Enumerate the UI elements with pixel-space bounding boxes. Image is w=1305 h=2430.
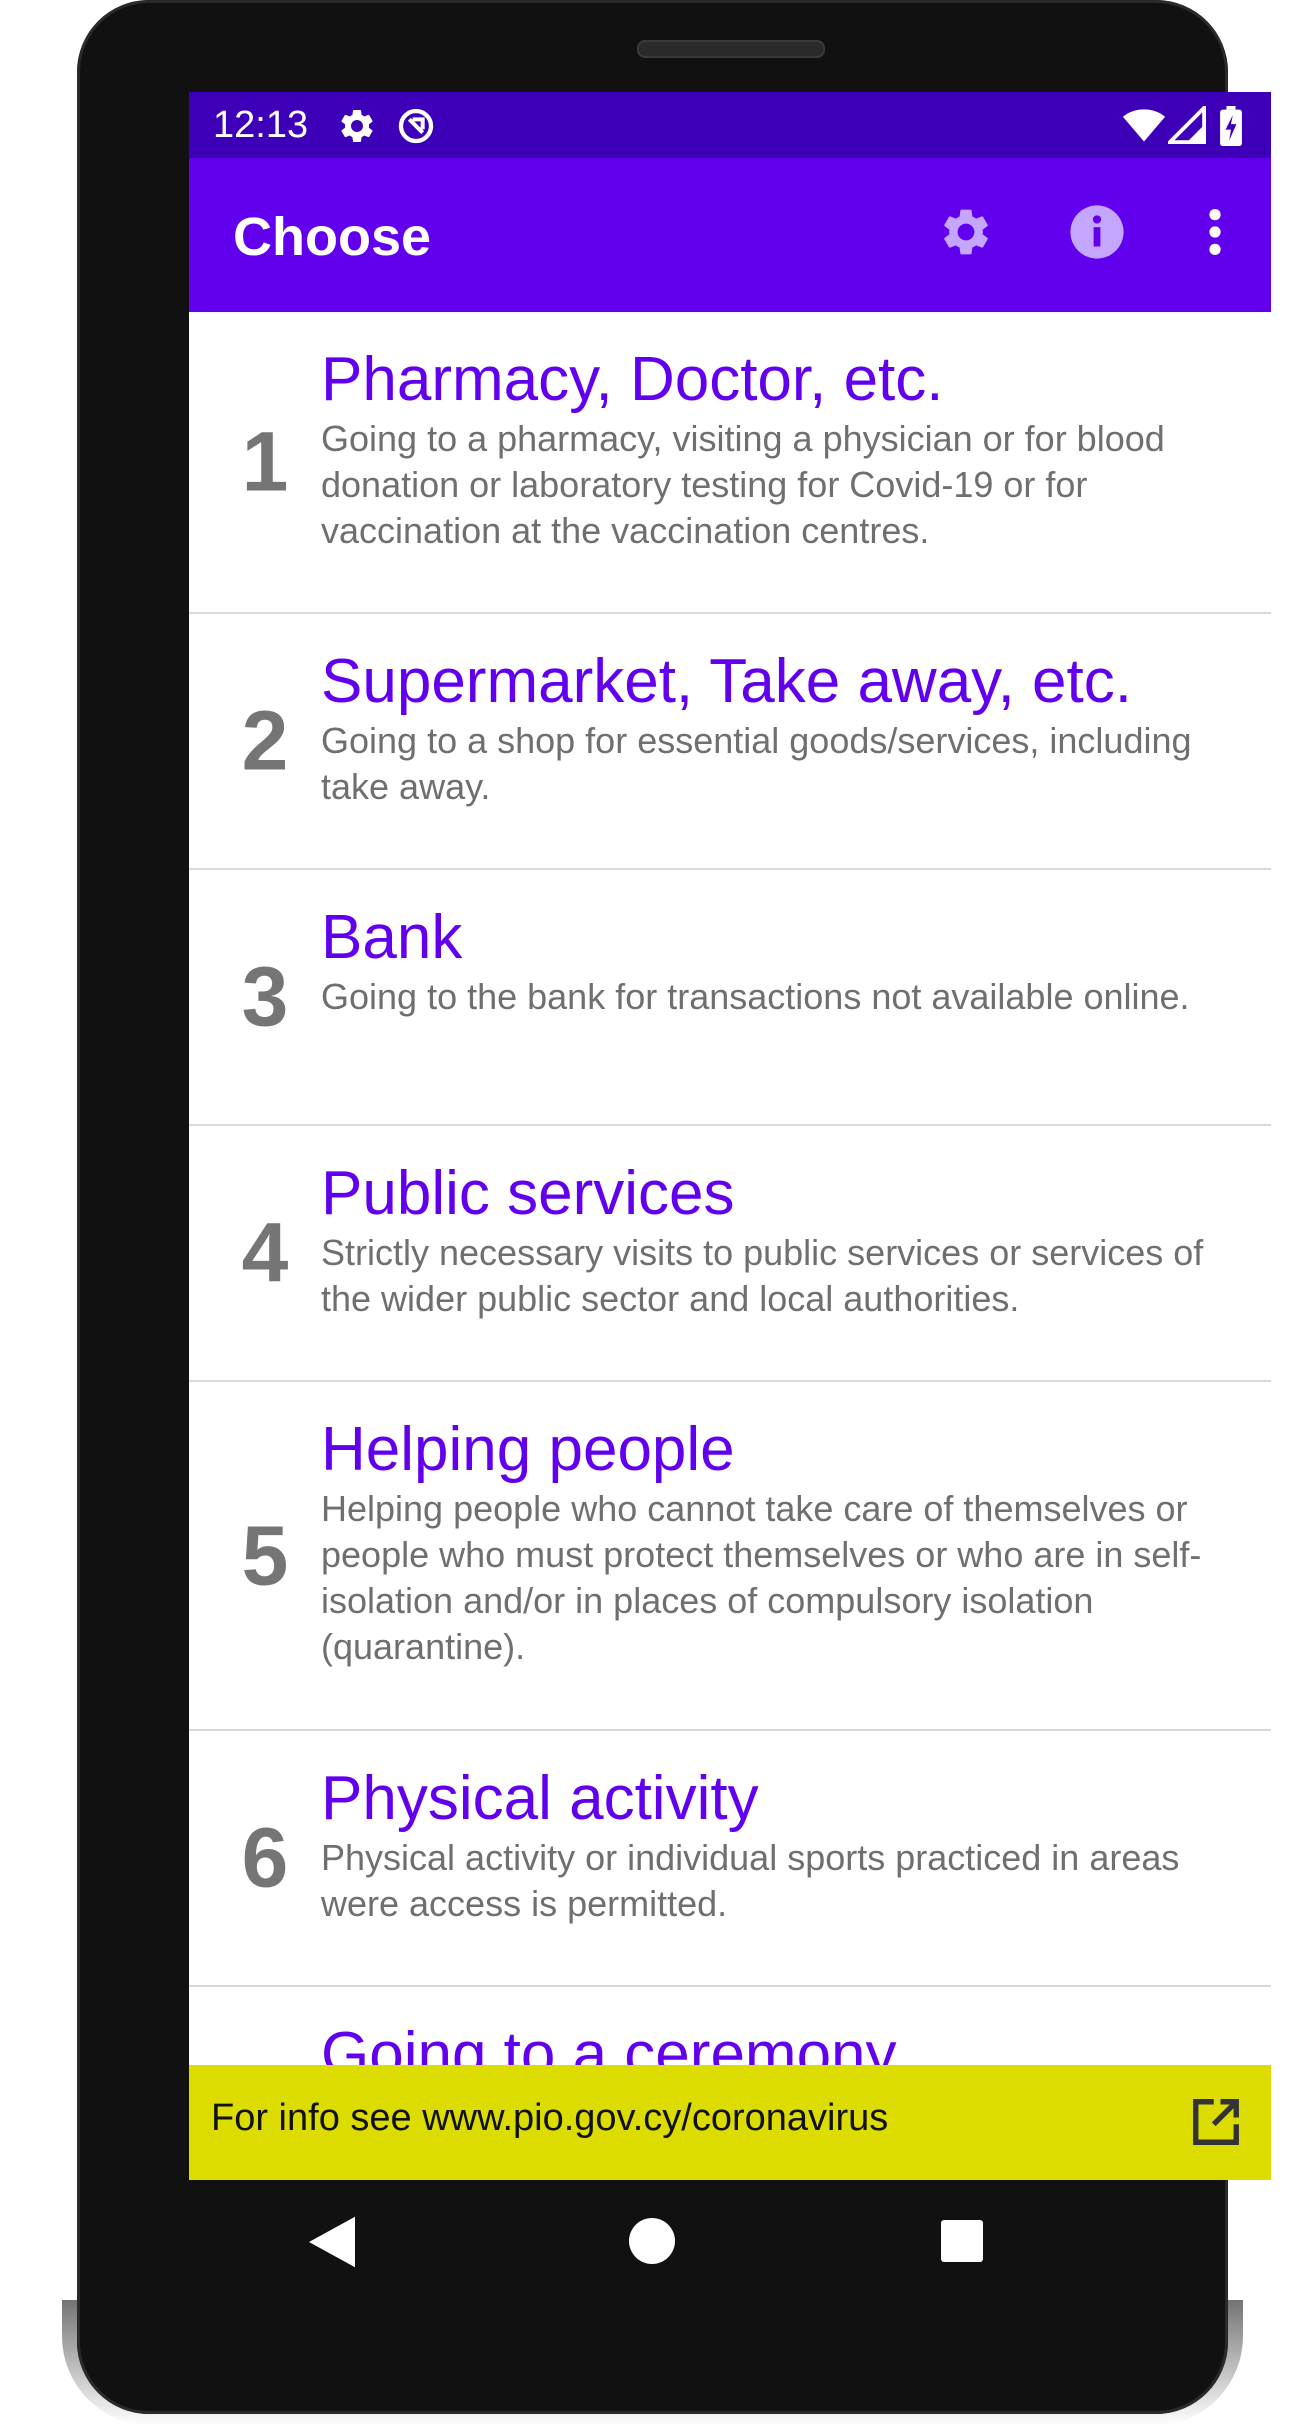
list-item[interactable]: 6 Physical activity Physical activity or… xyxy=(189,1731,1271,1987)
info-icon xyxy=(1068,203,1126,266)
item-number: 5 xyxy=(241,1508,289,1602)
home-icon xyxy=(629,2218,675,2268)
list-item[interactable]: 4 Public services Strictly necessary vis… xyxy=(189,1126,1271,1382)
page-title: Choose xyxy=(233,207,432,267)
status-bar: 12:13 xyxy=(189,92,1271,158)
accessibility-icon xyxy=(395,106,437,151)
item-content: Helping people Helping people who cannot… xyxy=(321,1414,1251,1670)
battery-charging-icon xyxy=(1219,106,1243,151)
reason-list: 1 Pharmacy, Doctor, etc. Going to a phar… xyxy=(189,312,1271,2180)
item-title: Helping people xyxy=(321,1415,735,1484)
item-title: Physical activity xyxy=(321,1764,759,1833)
item-number: 3 xyxy=(241,949,289,1044)
info-button[interactable] xyxy=(1065,202,1129,266)
item-description: Going to the bank for transactions not a… xyxy=(321,976,1190,1017)
settings-icon xyxy=(938,204,994,265)
info-banner-text: For info see www.pio.gov.cy/coronavirus xyxy=(211,2097,889,2139)
nav-home-button[interactable] xyxy=(629,2218,675,2269)
list-item[interactable]: 2 Supermarket, Take away, etc. Going to … xyxy=(189,614,1271,870)
wifi-icon xyxy=(1122,106,1166,149)
item-title: Supermarket, Take away, etc. xyxy=(321,647,1132,716)
list-item[interactable]: 5 Helping people Helping people who cann… xyxy=(189,1382,1271,1731)
recents-icon xyxy=(941,2220,983,2266)
item-content: Supermarket, Take away, etc. Going to a … xyxy=(321,646,1251,810)
info-banner[interactable]: For info see www.pio.gov.cy/coronavirus xyxy=(189,2065,1271,2180)
list-item[interactable]: 1 Pharmacy, Doctor, etc. Going to a phar… xyxy=(189,312,1271,614)
nav-recents-button[interactable] xyxy=(941,2220,983,2267)
item-description: Going to a shop for essential goods/serv… xyxy=(321,720,1192,807)
nav-back-button[interactable] xyxy=(309,2216,355,2273)
back-icon xyxy=(309,2216,355,2272)
item-title: Pharmacy, Doctor, etc. xyxy=(321,345,944,414)
signal-icon xyxy=(1165,103,1206,149)
app-bar: Choose xyxy=(189,158,1271,312)
list-item[interactable]: 3 Bank Going to the bank for transaction… xyxy=(189,870,1271,1126)
open-in-new-icon[interactable] xyxy=(1189,2095,1243,2154)
item-number: 6 xyxy=(241,1810,289,1905)
item-number: 1 xyxy=(241,414,289,509)
item-description: Physical activity or individual sports p… xyxy=(321,1837,1180,1924)
item-title: Public services xyxy=(321,1159,735,1228)
item-content: Public services Strictly necessary visit… xyxy=(321,1158,1251,1322)
device-frame-stage: 12:13 Choose 1 Pharmacy, Doctor, etc. Go… xyxy=(0,0,1305,2430)
screen: 12:13 Choose 1 Pharmacy, Doctor, etc. Go… xyxy=(189,92,1271,2180)
gear-icon xyxy=(337,106,377,151)
status-time: 12:13 xyxy=(213,104,309,146)
overflow-menu-button[interactable] xyxy=(1183,202,1247,266)
speaker-grille xyxy=(637,40,825,58)
item-content: Bank Going to the bank for transactions … xyxy=(321,902,1251,1020)
item-content: Physical activity Physical activity or i… xyxy=(321,1763,1251,1927)
item-description: Helping people who cannot take care of t… xyxy=(321,1488,1202,1667)
phone-body: 12:13 Choose 1 Pharmacy, Doctor, etc. Go… xyxy=(77,0,1271,2414)
settings-button[interactable] xyxy=(934,202,998,266)
item-number: 4 xyxy=(241,1205,289,1300)
more-vert-icon xyxy=(1205,206,1225,263)
item-number: 2 xyxy=(241,693,289,788)
item-title: Bank xyxy=(321,903,463,972)
item-description: Going to a pharmacy, visiting a physicia… xyxy=(321,418,1165,551)
item-description: Strictly necessary visits to public serv… xyxy=(321,1232,1204,1319)
item-content: Pharmacy, Doctor, etc. Going to a pharma… xyxy=(321,344,1251,554)
